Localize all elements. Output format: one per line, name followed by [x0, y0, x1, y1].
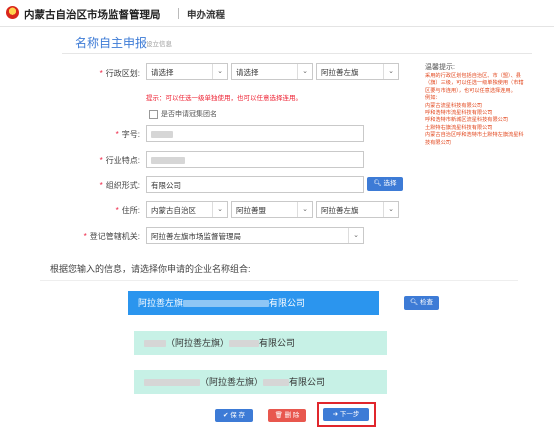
authority-select[interactable]: 阿拉善左旗市场监督管理局 ⌄ — [146, 227, 364, 244]
name-combo-option[interactable]: （阿拉善左旗） 有限公司 — [134, 370, 387, 394]
group-name-checkbox-label: 是否申请冠集团名 — [161, 111, 217, 118]
blurred-text — [151, 130, 173, 138]
chevron-down-icon: ⌄ — [348, 228, 363, 243]
blurred-text — [144, 379, 200, 387]
delete-button[interactable]: 🗑︎ 删 除 — [268, 409, 306, 422]
org-title: 内蒙古自治区市场监督管理局 — [24, 9, 161, 21]
blurred-text — [151, 156, 185, 164]
authority-label: * 登记管辖机关: — [83, 232, 140, 241]
header-divider — [178, 8, 179, 19]
tips-title: 温馨提示: — [425, 64, 455, 71]
process-title: 申办流程 — [187, 10, 226, 21]
select-button[interactable]: 🔍︎ 选择 — [367, 177, 403, 191]
chevron-down-icon: ⌄ — [297, 202, 312, 217]
national-emblem-icon — [6, 6, 19, 19]
industry-input[interactable] — [146, 151, 364, 168]
domicile-select-2[interactable]: 阿拉善盟 ⌄ — [231, 201, 313, 218]
tips-line: 例如： — [425, 95, 441, 102]
region-select-3[interactable]: 阿拉善左旗 ⌄ — [316, 63, 399, 80]
combo-divider — [40, 280, 518, 281]
blurred-text — [229, 340, 260, 348]
check-button[interactable]: 🔍︎ 检查 — [404, 296, 439, 310]
next-button[interactable]: ➜ 下一步 — [323, 408, 369, 421]
chevron-down-icon: ⌄ — [212, 202, 227, 217]
chevron-down-icon: ⌄ — [383, 202, 398, 217]
group-name-checkbox[interactable] — [149, 110, 158, 119]
zihao-input[interactable] — [146, 125, 364, 142]
tips-line: 呼和浩特市新城区流星科技有限公司 — [425, 117, 509, 124]
section-subtitle: 设立信息 — [146, 41, 172, 48]
chevron-down-icon: ⌄ — [297, 64, 312, 79]
blurred-text — [183, 300, 270, 308]
combo-prompt: 根据您输入的信息，请选择你申请的企业名称组合: — [50, 264, 251, 274]
region-select-2[interactable]: 请选择 ⌄ — [231, 63, 313, 80]
blurred-text — [144, 340, 166, 348]
tips-line: 内蒙古自治区呼和浩特市土默特左旗流星科技有限公司 — [425, 132, 524, 146]
blurred-text — [263, 379, 290, 387]
industry-label: * 行业特点: — [99, 156, 140, 165]
name-combo-option[interactable]: 阿拉善左旗 有限公司 — [128, 291, 379, 315]
org-form-label: * 组织形式: — [99, 181, 140, 190]
section-title: 名称自主申报 — [75, 36, 148, 50]
name-combo-option[interactable]: （阿拉善左旗） 有限公司 — [134, 331, 387, 355]
region-label: * 行政区划: — [99, 69, 140, 78]
tips-line: 内蒙古流星科技有限公司 — [425, 102, 483, 109]
region-select-1[interactable]: 请选择 ⌄ — [146, 63, 228, 80]
org-form-input[interactable]: 有限公司 — [146, 176, 364, 193]
region-hint: 提示：可以任选一级单独使用，也可以任意选择连用。 — [146, 95, 302, 102]
domicile-label: * 住所: — [115, 206, 140, 215]
section-divider — [62, 53, 532, 54]
tips-line: 采用的行政区划包括自治区、市（盟）、县（旗）三级，可以任选一级单独使用（市辖区要… — [425, 73, 524, 94]
chevron-down-icon: ⌄ — [383, 64, 398, 79]
zihao-label: * 字号: — [115, 130, 140, 139]
save-button[interactable]: ✔ 保 存 — [215, 409, 253, 422]
domicile-select-1[interactable]: 内蒙古自治区 ⌄ — [146, 201, 228, 218]
domicile-select-3[interactable]: 阿拉善左旗 ⌄ — [316, 201, 399, 218]
chevron-down-icon: ⌄ — [212, 64, 227, 79]
tips-panel: 采用的行政区划包括自治区、市（盟）、县（旗）三级，可以任选一级单独使用（市辖区要… — [425, 73, 527, 147]
